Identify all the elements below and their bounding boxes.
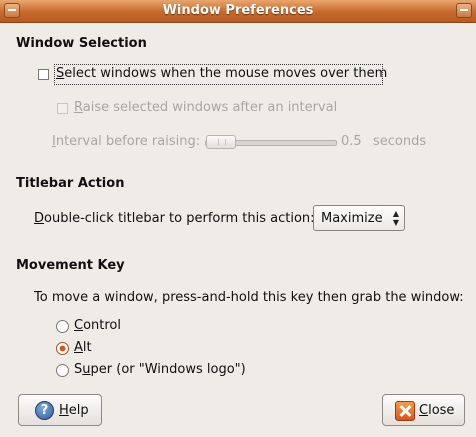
close-button-label: Close bbox=[419, 403, 455, 418]
updown-arrows-icon: ▲ ▼ bbox=[392, 209, 399, 227]
titlebar[interactable]: Window Preferences bbox=[0, 0, 476, 23]
radio-alt-label[interactable]: Alt bbox=[74, 340, 92, 355]
raise-after-interval-checkbox[interactable] bbox=[57, 103, 68, 114]
close-icon bbox=[395, 401, 415, 421]
radio-control-label[interactable]: Control bbox=[74, 318, 121, 333]
interval-unit: seconds bbox=[373, 134, 427, 149]
minimize-icon[interactable] bbox=[456, 3, 472, 18]
titlebar-action-dropdown[interactable]: Maximize ▲ ▼ bbox=[313, 205, 405, 231]
window-title: Window Preferences bbox=[162, 3, 314, 18]
movement-key-instructions: To move a window, press-and-hold this ke… bbox=[34, 290, 464, 305]
section-heading-window-selection: Window Selection bbox=[16, 36, 147, 51]
interval-label: Interval before raising: bbox=[52, 134, 201, 149]
interval-value: 0.5 bbox=[341, 134, 362, 149]
raise-after-interval-label: Raise selected windows after an interval bbox=[74, 100, 338, 115]
titlebar-action-selected: Maximize bbox=[321, 211, 383, 226]
select-on-hover-label[interactable]: Select windows when the mouse moves over… bbox=[56, 66, 387, 81]
help-icon: ? bbox=[35, 401, 54, 420]
section-heading-titlebar-action: Titlebar Action bbox=[16, 176, 125, 191]
help-button[interactable]: ? Help bbox=[18, 394, 102, 426]
radio-control[interactable] bbox=[56, 320, 69, 333]
radio-alt[interactable] bbox=[56, 342, 69, 355]
help-button-label: Help bbox=[59, 403, 89, 418]
radio-super[interactable] bbox=[56, 364, 69, 377]
select-on-hover-checkbox[interactable] bbox=[38, 69, 49, 80]
window-preferences-dialog: Window Preferences Window Selection Sele… bbox=[0, 0, 476, 437]
radio-super-label[interactable]: Super (or "Windows logo") bbox=[74, 362, 246, 377]
titlebar-action-label: Double-click titlebar to perform this ac… bbox=[34, 211, 315, 226]
section-heading-movement-key: Movement Key bbox=[16, 258, 125, 273]
interval-slider-thumb[interactable] bbox=[206, 135, 236, 149]
close-button[interactable]: Close bbox=[382, 394, 465, 426]
